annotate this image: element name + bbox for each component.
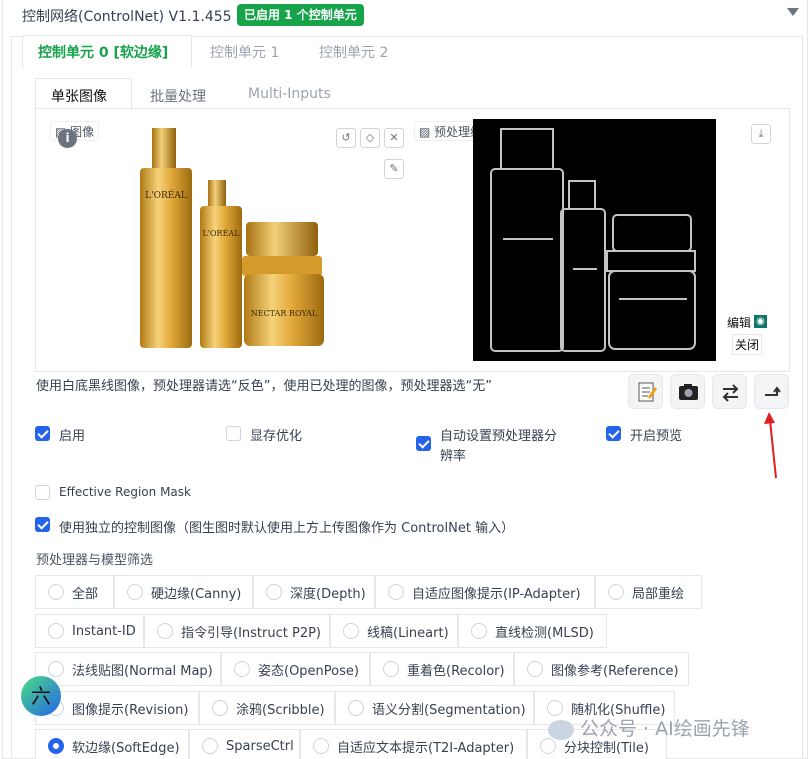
filter-ip-adapter[interactable]: 自适应图像提示(IP-Adapter)	[375, 575, 595, 609]
floating-avatar[interactable]: 六	[21, 676, 61, 716]
tab-single-image[interactable]: 单张图像	[51, 86, 107, 106]
pixel-perfect-checkbox[interactable]	[416, 436, 431, 451]
svg-text:NECTAR ROYAL: NECTAR ROYAL	[251, 309, 318, 318]
product-image[interactable]: L'ORÉAL L'ORÉAL NECTAR ROYAL	[130, 124, 330, 352]
radio-selected-icon	[48, 738, 64, 754]
filter-lineart[interactable]: 线稿(Lineart)	[330, 614, 458, 648]
region-mask-label: Effective Region Mask	[59, 485, 191, 499]
filter-inpaint[interactable]: 局部重绘	[595, 575, 702, 609]
svg-text:L'ORÉAL: L'ORÉAL	[202, 229, 240, 238]
radio-icon	[266, 584, 282, 600]
eraser-icon[interactable]: ◇	[360, 128, 380, 148]
panel-title[interactable]: 控制网络(ControlNet) V1.1.455	[22, 6, 232, 26]
filter-segmentation[interactable]: 语义分割(Segmentation)	[335, 691, 534, 725]
tab-multi-inputs[interactable]: Multi-Inputs	[248, 86, 331, 102]
radio-icon	[234, 661, 250, 677]
filter-mlsd[interactable]: 直线检测(MLSD)	[458, 614, 607, 648]
radio-icon	[202, 738, 218, 754]
filter-softedge[interactable]: 软边缘(SoftEdge)	[35, 729, 189, 759]
info-icon[interactable]: i	[58, 129, 77, 148]
filter-instant-id[interactable]: Instant-ID	[35, 614, 144, 648]
enable-label: 启用	[59, 429, 86, 444]
download-icon[interactable]: ⤓	[751, 124, 771, 144]
radio-icon	[608, 584, 624, 600]
independent-image-label: 使用独立的控制图像（图生图时默认使用上方上传图像作为 ControlNet 输入…	[59, 521, 515, 536]
swap-icon	[722, 384, 739, 402]
radio-icon	[471, 623, 487, 639]
preprocessor-preview-image	[473, 119, 716, 361]
lowvram-checkbox[interactable]	[226, 426, 241, 441]
radio-icon	[212, 700, 228, 716]
tab-unit-2[interactable]: 控制单元 2	[319, 42, 388, 62]
undo-icon[interactable]: ↺	[336, 128, 356, 148]
filter-scribble[interactable]: 涂鸦(Scribble)	[199, 691, 335, 725]
radio-icon	[157, 623, 173, 639]
radio-icon	[313, 738, 329, 754]
filter-canny[interactable]: 硬边缘(Canny)	[114, 575, 253, 609]
arrow-up-right-icon	[765, 386, 781, 396]
webcam-button[interactable]	[670, 374, 705, 409]
radio-icon	[48, 584, 64, 600]
pixel-perfect-label: 自动设置预处理器分	[440, 429, 558, 444]
mirror-button[interactable]	[712, 374, 747, 409]
filter-instruct-p2p[interactable]: 指令引导(Instruct P2P)	[144, 614, 330, 648]
notepad-button[interactable]	[628, 374, 663, 409]
radio-icon	[383, 661, 399, 677]
filter-label: 预处理器与模型筛选	[36, 553, 154, 568]
radio-icon	[48, 661, 64, 677]
collapse-caret-icon[interactable]	[787, 8, 799, 16]
pixel-perfect-label-line2: 辨率	[440, 449, 467, 464]
filter-t2i-adapter[interactable]: 自适应文本提示(T2I-Adapter)	[300, 729, 527, 759]
radio-icon	[127, 584, 143, 600]
edit-icon: ◉	[754, 315, 767, 328]
close-icon[interactable]: ✕	[384, 128, 404, 148]
preview-label: 开启预览	[630, 429, 683, 444]
enable-checkbox[interactable]	[35, 426, 50, 441]
camera-icon	[679, 384, 698, 400]
tab-batch[interactable]: 批量处理	[150, 86, 206, 106]
image-icon: ▨	[419, 125, 435, 139]
preview-checkbox[interactable]	[606, 426, 621, 441]
radio-icon	[348, 700, 364, 716]
filter-recolor[interactable]: 重着色(Recolor)	[370, 652, 514, 686]
radio-icon	[343, 623, 359, 639]
brush-icon[interactable]: ✎	[384, 159, 404, 179]
lowvram-label: 显存优化	[250, 429, 303, 444]
filter-all[interactable]: 全部	[35, 575, 114, 609]
filter-depth[interactable]: 深度(Depth)	[253, 575, 375, 609]
independent-image-checkbox[interactable]	[35, 517, 50, 532]
filter-normal-map[interactable]: 法线贴图(Normal Map)	[35, 652, 221, 686]
radio-icon	[388, 584, 404, 600]
send-dimensions-button[interactable]	[754, 374, 789, 409]
annotation-arrow-icon	[764, 412, 777, 479]
filter-reference[interactable]: 图像参考(Reference)	[514, 652, 689, 686]
wechat-icon	[548, 719, 574, 740]
svg-text:L'ORÉAL: L'ORÉAL	[145, 189, 187, 201]
filter-sparsectrl[interactable]: SparseCtrl	[189, 729, 300, 759]
enabled-units-badge: 已启用 1 个控制单元	[237, 4, 364, 26]
notepad-icon	[638, 382, 657, 402]
close-preview-button[interactable]: 关闭	[732, 334, 763, 355]
edit-button[interactable]: 编辑 ◉	[727, 314, 767, 331]
radio-icon	[48, 623, 64, 639]
hint-text: 使用白底黑线图像，预处理器请选“反色”，使用已处理的图像，预处理器选“无”	[36, 379, 492, 394]
radio-icon	[527, 661, 543, 677]
tab-unit-1[interactable]: 控制单元 1	[210, 42, 279, 62]
filter-openpose[interactable]: 姿态(OpenPose)	[221, 652, 370, 686]
tab-unit-0[interactable]: 控制单元 0 [软边缘]	[38, 42, 168, 62]
region-mask-checkbox[interactable]	[35, 485, 50, 500]
watermark-text: 公众号 · AI绘画先锋	[548, 714, 750, 741]
